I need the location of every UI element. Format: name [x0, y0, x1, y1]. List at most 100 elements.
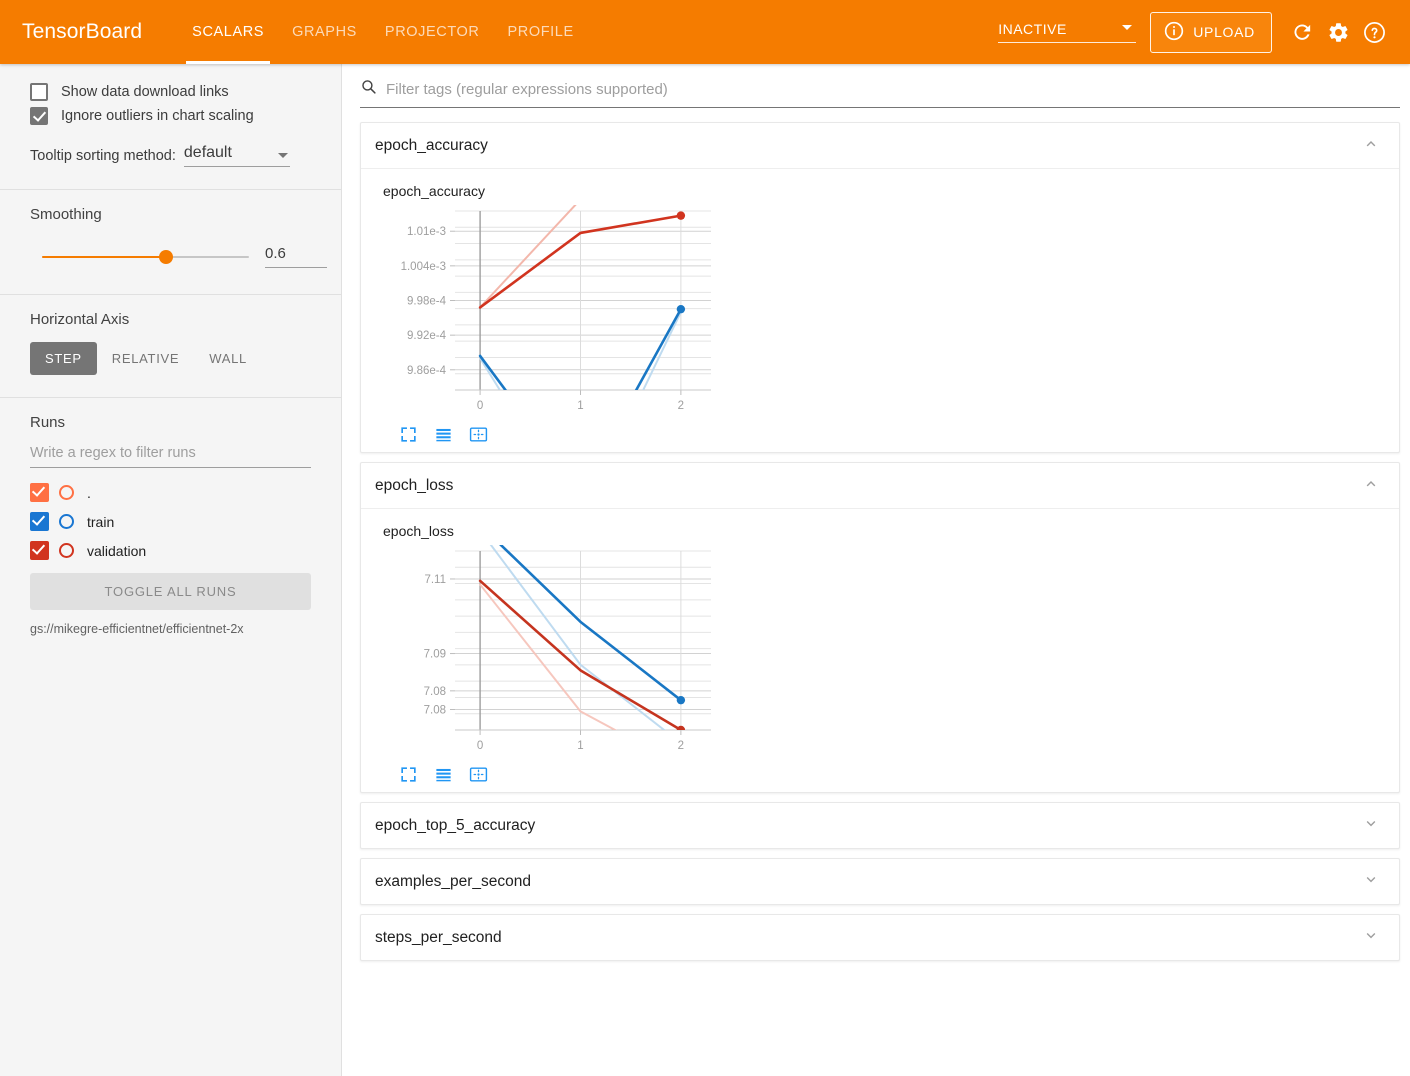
gear-icon[interactable]: [1320, 14, 1356, 50]
chevron-down-icon[interactable]: [1361, 813, 1381, 838]
svg-text:9.92e-4: 9.92e-4: [407, 330, 447, 342]
show-download-links-label: Show data download links: [61, 84, 229, 100]
ignore-outliers-checkbox-row[interactable]: Ignore outliers in chart scaling: [0, 104, 341, 128]
smoothing-row: 0.6: [0, 223, 341, 268]
card-title-epoch-top-5-accuracy: epoch_top_5_accuracy: [375, 816, 536, 834]
card-header-epoch-top-5-accuracy[interactable]: epoch_top_5_accuracy: [361, 803, 1399, 848]
ignore-outliers-checkbox[interactable]: [30, 107, 48, 125]
tooltip-sorting-select[interactable]: default: [183, 144, 290, 167]
run-item-validation[interactable]: validation: [0, 536, 341, 565]
fit-domain-icon[interactable]: [469, 425, 488, 444]
chevron-down-icon: [277, 153, 288, 158]
upload-button[interactable]: UPLOAD: [1150, 11, 1272, 53]
header-actions: INACTIVE UPLOAD: [998, 11, 1392, 53]
svg-text:7.08: 7.08: [424, 686, 446, 698]
chart-toolbar-epoch-accuracy: [399, 425, 1399, 444]
upload-button-label: UPLOAD: [1193, 24, 1255, 40]
slider-fill: [42, 255, 167, 258]
nav-tabs: SCALARS GRAPHS PROJECTOR PROFILE: [178, 0, 588, 64]
card-examples-per-second: examples_per_second: [360, 858, 1400, 905]
help-icon[interactable]: [1356, 14, 1392, 50]
svg-text:1: 1: [577, 740, 583, 752]
card-title-steps-per-second: steps_per_second: [375, 928, 502, 946]
svg-text:0: 0: [477, 400, 483, 412]
run-label-dot: .: [87, 484, 91, 501]
slider-knob[interactable]: [159, 249, 174, 264]
chart-epoch-accuracy[interactable]: 9.86e-4 9.92e-4 9.98e-4 1.004e-3 1.01e-3 0 1 2: [383, 203, 723, 418]
tab-scalars-label: SCALARS: [192, 24, 265, 40]
tab-profile-label: PROFILE: [507, 24, 574, 40]
tooltip-sorting-label: Tooltip sorting method:: [30, 148, 176, 164]
svg-text:7.08: 7.08: [424, 704, 446, 716]
chevron-down-icon[interactable]: [1361, 869, 1381, 894]
chevron-up-icon[interactable]: [1361, 133, 1381, 158]
axis-button-step[interactable]: STEP: [30, 342, 97, 375]
tab-graphs[interactable]: GRAPHS: [278, 0, 371, 64]
app-header: TensorBoard SCALARS GRAPHS PROJECTOR PRO…: [0, 0, 1410, 64]
chart-toolbar-epoch-loss: [399, 765, 1399, 784]
tab-projector[interactable]: PROJECTOR: [371, 0, 494, 64]
data-table-icon[interactable]: [434, 425, 453, 444]
runs-section: Runs Write a regex to filter runs . trai…: [0, 398, 341, 652]
chevron-down-icon: [1122, 25, 1133, 30]
chevron-down-icon[interactable]: [1361, 925, 1381, 950]
tab-profile[interactable]: PROFILE: [493, 0, 587, 64]
smoothing-section: Smoothing 0.6: [0, 190, 341, 294]
run-status-value: INACTIVE: [998, 21, 1067, 37]
axis-button-relative-label: RELATIVE: [111, 351, 180, 366]
tag-filter-bar[interactable]: Filter tags (regular expressions support…: [360, 78, 1400, 108]
chart-label-epoch-loss: epoch_loss: [383, 523, 454, 539]
fullscreen-icon[interactable]: [399, 425, 418, 444]
run-item-train[interactable]: train: [0, 507, 341, 536]
svg-text:2: 2: [678, 740, 684, 752]
axis-button-relative[interactable]: RELATIVE: [97, 342, 195, 375]
run-color-dot: [59, 485, 74, 500]
runs-title: Runs: [30, 414, 66, 431]
run-label-train: train: [87, 513, 115, 530]
logdir-path: gs://mikegre-efficientnet/efficientnet-2…: [30, 622, 244, 636]
tag-filter-input[interactable]: Filter tags (regular expressions support…: [386, 81, 668, 98]
run-checkbox-train[interactable]: [30, 512, 49, 531]
toggle-all-runs-button[interactable]: TOGGLE ALL RUNS: [30, 573, 311, 610]
show-download-links-checkbox[interactable]: [30, 83, 48, 101]
data-table-icon[interactable]: [434, 765, 453, 784]
card-epoch-loss: epoch_loss epoch_loss 7.08 7.08 7.09 7.11 0 1…: [360, 462, 1400, 793]
svg-text:9.86e-4: 9.86e-4: [407, 365, 447, 377]
main-content: Filter tags (regular expressions support…: [342, 64, 1410, 1076]
svg-text:7.11: 7.11: [424, 574, 446, 586]
run-checkbox-validation[interactable]: [30, 541, 49, 560]
card-body-epoch-loss: epoch_loss 7.08 7.08 7.09 7.11 0 1 2: [361, 508, 1399, 792]
chart-epoch-loss[interactable]: 7.08 7.08 7.09 7.11 0 1 2: [383, 543, 723, 758]
card-header-epoch-accuracy[interactable]: epoch_accuracy: [361, 123, 1399, 168]
run-item-dot[interactable]: .: [0, 478, 341, 507]
run-checkbox-dot[interactable]: [30, 483, 49, 502]
smoothing-slider[interactable]: [42, 248, 249, 266]
refresh-icon[interactable]: [1284, 14, 1320, 50]
axis-button-wall[interactable]: WALL: [194, 342, 262, 375]
horizontal-axis-title: Horizontal Axis: [30, 311, 130, 328]
fit-domain-icon[interactable]: [469, 765, 488, 784]
chevron-up-icon[interactable]: [1361, 473, 1381, 498]
search-icon: [360, 78, 377, 100]
card-steps-per-second: steps_per_second: [360, 914, 1400, 961]
fullscreen-icon[interactable]: [399, 765, 418, 784]
tab-scalars[interactable]: SCALARS: [178, 0, 278, 64]
svg-text:1.004e-3: 1.004e-3: [401, 261, 446, 273]
svg-text:2: 2: [678, 400, 684, 412]
runs-filter-input[interactable]: Write a regex to filter runs: [30, 445, 311, 468]
run-status-dropdown[interactable]: INACTIVE: [998, 21, 1137, 43]
smoothing-title: Smoothing: [30, 206, 102, 223]
smoothing-value-input[interactable]: 0.6: [265, 245, 327, 268]
svg-text:1.01e-3: 1.01e-3: [407, 226, 446, 238]
show-download-links-checkbox-row[interactable]: Show data download links: [0, 80, 341, 104]
horizontal-axis-buttons: STEP RELATIVE WALL: [0, 328, 341, 375]
svg-text:1: 1: [577, 400, 583, 412]
card-body-epoch-accuracy: epoch_accuracy 9.86e-4 9.92e-4 9.98e-4 1.00…: [361, 168, 1399, 452]
run-color-train: [59, 514, 74, 529]
card-header-examples-per-second[interactable]: examples_per_second: [361, 859, 1399, 904]
runs-list: . train validation: [0, 478, 341, 565]
card-header-steps-per-second[interactable]: steps_per_second: [361, 915, 1399, 960]
tab-graphs-label: GRAPHS: [292, 24, 357, 40]
card-header-epoch-loss[interactable]: epoch_loss: [361, 463, 1399, 508]
svg-text:7.09: 7.09: [424, 649, 446, 661]
